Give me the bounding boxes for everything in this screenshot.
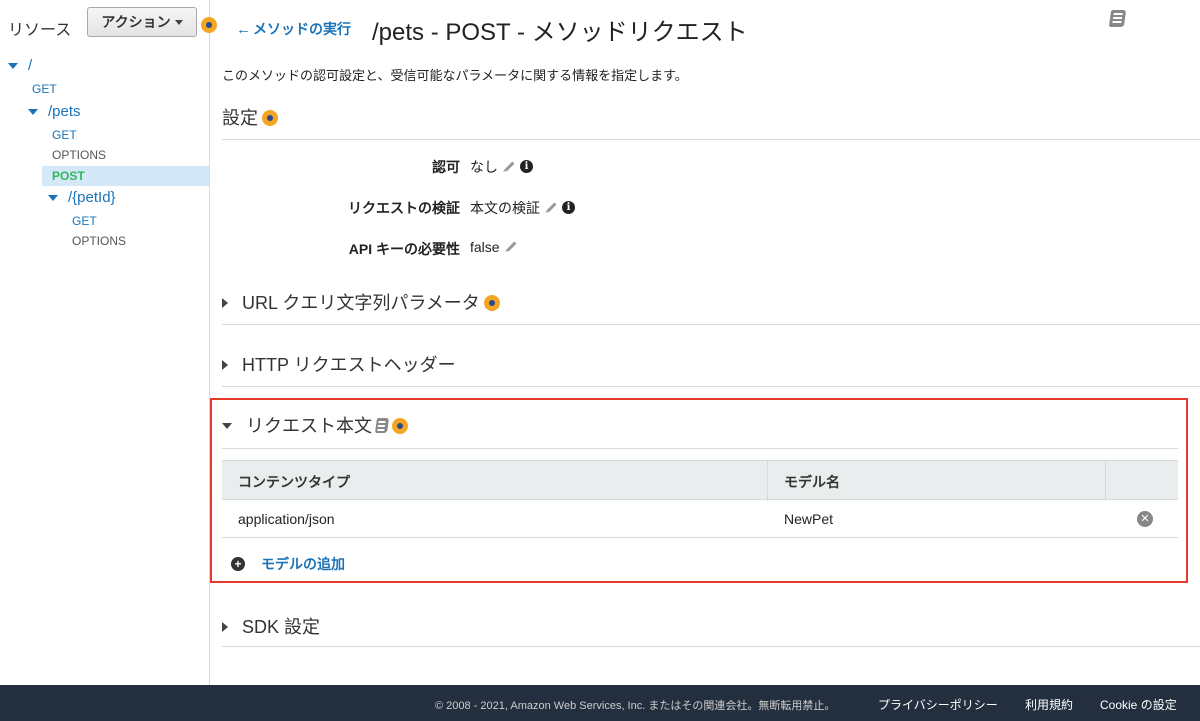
cell-model-name: NewPet — [784, 511, 834, 527]
plus-circle-icon: + — [231, 557, 245, 572]
collapse-triangle-icon[interactable] — [222, 422, 232, 429]
expand-triangle-icon[interactable] — [222, 297, 228, 308]
remove-circle-icon[interactable]: ✕ — [1137, 511, 1153, 527]
footer-terms-link[interactable]: 利用規約 — [1025, 696, 1073, 713]
field-value-authorization: なし i — [470, 157, 533, 177]
section-title: URL クエリ文字列パラメータ — [242, 293, 480, 313]
book-icon[interactable] — [1108, 10, 1127, 32]
footer-cookie-settings-link[interactable]: Cookie の設定 — [1100, 696, 1177, 713]
page-title: /pets - POST - メソッドリクエスト — [372, 19, 748, 46]
actions-button-label: アクション — [101, 14, 171, 30]
arrow-left-icon: ← — [236, 21, 251, 38]
tree-method-get[interactable]: GET — [72, 211, 97, 231]
table-header: コンテンツタイプ モデル名 — [222, 460, 1178, 501]
add-model-label: モデルの追加 — [261, 556, 345, 572]
tree-method-options[interactable]: OPTIONS — [72, 231, 126, 251]
pencil-edit-icon[interactable] — [546, 202, 557, 213]
tree-method-get[interactable]: GET — [52, 125, 77, 145]
sidebar-header: リソース アクション — [0, 0, 217, 46]
tree-resource-pets[interactable]: /pets — [28, 102, 81, 122]
tree-resource-label: / — [28, 57, 33, 74]
tree-resource-label: /pets — [48, 103, 81, 120]
expand-triangle-icon[interactable] — [222, 621, 228, 632]
section-url-query-params[interactable]: URL クエリ文字列パラメータ — [222, 289, 500, 315]
help-icon[interactable] — [262, 109, 278, 126]
field-value-api-key-required: false — [470, 239, 517, 255]
pencil-edit-icon[interactable] — [506, 241, 517, 252]
footer-privacy-link[interactable]: プライバシーポリシー — [878, 696, 998, 713]
expand-triangle-icon[interactable] — [8, 63, 18, 70]
page-description: このメソッドの認可設定と、受信可能なパラメータに関する情報を指定します。 — [222, 68, 688, 83]
request-body-section: リクエスト本文 コンテンツタイプ モデル名 application/json N… — [210, 398, 1188, 583]
divider — [222, 448, 1178, 449]
sidebar-title: リソース — [8, 22, 72, 39]
expand-triangle-icon[interactable] — [28, 109, 38, 116]
cell-content-type: application/json — [238, 511, 335, 527]
tree-method-post-selected[interactable]: POST — [42, 166, 209, 186]
tree-method-options[interactable]: OPTIONS — [52, 145, 106, 165]
book-icon[interactable] — [374, 417, 390, 437]
field-label-api-key-required: API キーの必要性 — [348, 241, 460, 257]
resource-sidebar: リソース アクション / GET /pets GET OPTIONS POST … — [0, 0, 217, 685]
back-link-label: メソッドの実行 — [253, 21, 351, 37]
section-title: リクエスト本文 — [246, 416, 372, 436]
divider — [222, 386, 1200, 387]
field-label-request-validator: リクエストの検証 — [348, 200, 460, 216]
section-title: HTTP リクエストヘッダー — [242, 355, 456, 375]
field-value-request-validator: 本文の検証 i — [470, 198, 575, 218]
actions-dropdown-button[interactable]: アクション — [87, 7, 197, 37]
request-validator-value: 本文の検証 — [470, 200, 540, 216]
authorization-value: なし — [470, 159, 498, 175]
section-http-request-headers[interactable]: HTTP リクエストヘッダー — [222, 351, 456, 377]
settings-heading: 設定 — [222, 104, 278, 130]
divider — [222, 324, 1200, 325]
method-request-panel: ← メソッドの実行 /pets - POST - メソッドリクエスト このメソッド… — [210, 0, 1200, 685]
info-icon[interactable]: i — [562, 201, 575, 215]
divider — [222, 646, 1200, 647]
help-icon[interactable] — [483, 294, 500, 311]
footer-copyright: © 2008 - 2021, Amazon Web Services, Inc.… — [435, 700, 836, 712]
column-separator — [767, 461, 768, 501]
column-header-model-name: モデル名 — [784, 474, 840, 490]
section-title: SDK 設定 — [242, 617, 321, 637]
api-key-required-value: false — [470, 239, 500, 255]
request-body-heading[interactable]: リクエスト本文 — [222, 412, 408, 438]
divider — [222, 139, 1200, 140]
info-icon[interactable]: i — [520, 160, 533, 174]
expand-triangle-icon[interactable] — [48, 195, 58, 202]
tree-resource-root[interactable]: / — [8, 56, 32, 76]
column-separator — [1105, 461, 1106, 501]
table-row: application/json NewPet ✕ — [222, 500, 1178, 538]
tree-method-get[interactable]: GET — [32, 79, 57, 99]
tree-resource-petid[interactable]: /{petId} — [48, 188, 116, 208]
expand-triangle-icon[interactable] — [222, 359, 228, 370]
tree-resource-label: /{petId} — [68, 189, 116, 206]
field-label-authorization: 認可 — [432, 159, 460, 175]
help-icon[interactable] — [392, 417, 408, 434]
back-to-method-execution-link[interactable]: ← メソッドの実行 — [236, 19, 351, 39]
add-model-link[interactable]: + モデルの追加 — [231, 554, 345, 574]
section-sdk-settings[interactable]: SDK 設定 — [222, 613, 320, 639]
pencil-edit-icon[interactable] — [504, 161, 515, 172]
footer: © 2008 - 2021, Amazon Web Services, Inc.… — [0, 685, 1200, 721]
column-header-content-type: コンテンツタイプ — [238, 474, 350, 490]
caret-down-icon — [174, 19, 183, 25]
settings-heading-label: 設定 — [222, 108, 258, 128]
